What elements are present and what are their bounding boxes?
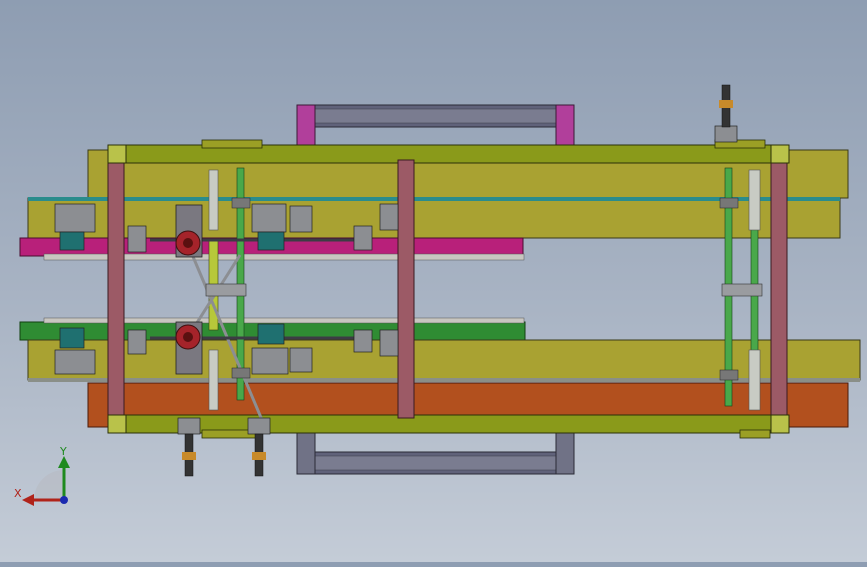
top-tray xyxy=(296,104,575,146)
y-axis-label: Y xyxy=(59,445,67,458)
coordinate-triad: Y X xyxy=(14,445,70,506)
z-axis-dot-icon xyxy=(60,496,68,504)
x-axis-label: X xyxy=(14,487,22,500)
bottom-tray xyxy=(296,431,575,475)
cad-model-viewport[interactable]: Y X xyxy=(0,0,867,562)
